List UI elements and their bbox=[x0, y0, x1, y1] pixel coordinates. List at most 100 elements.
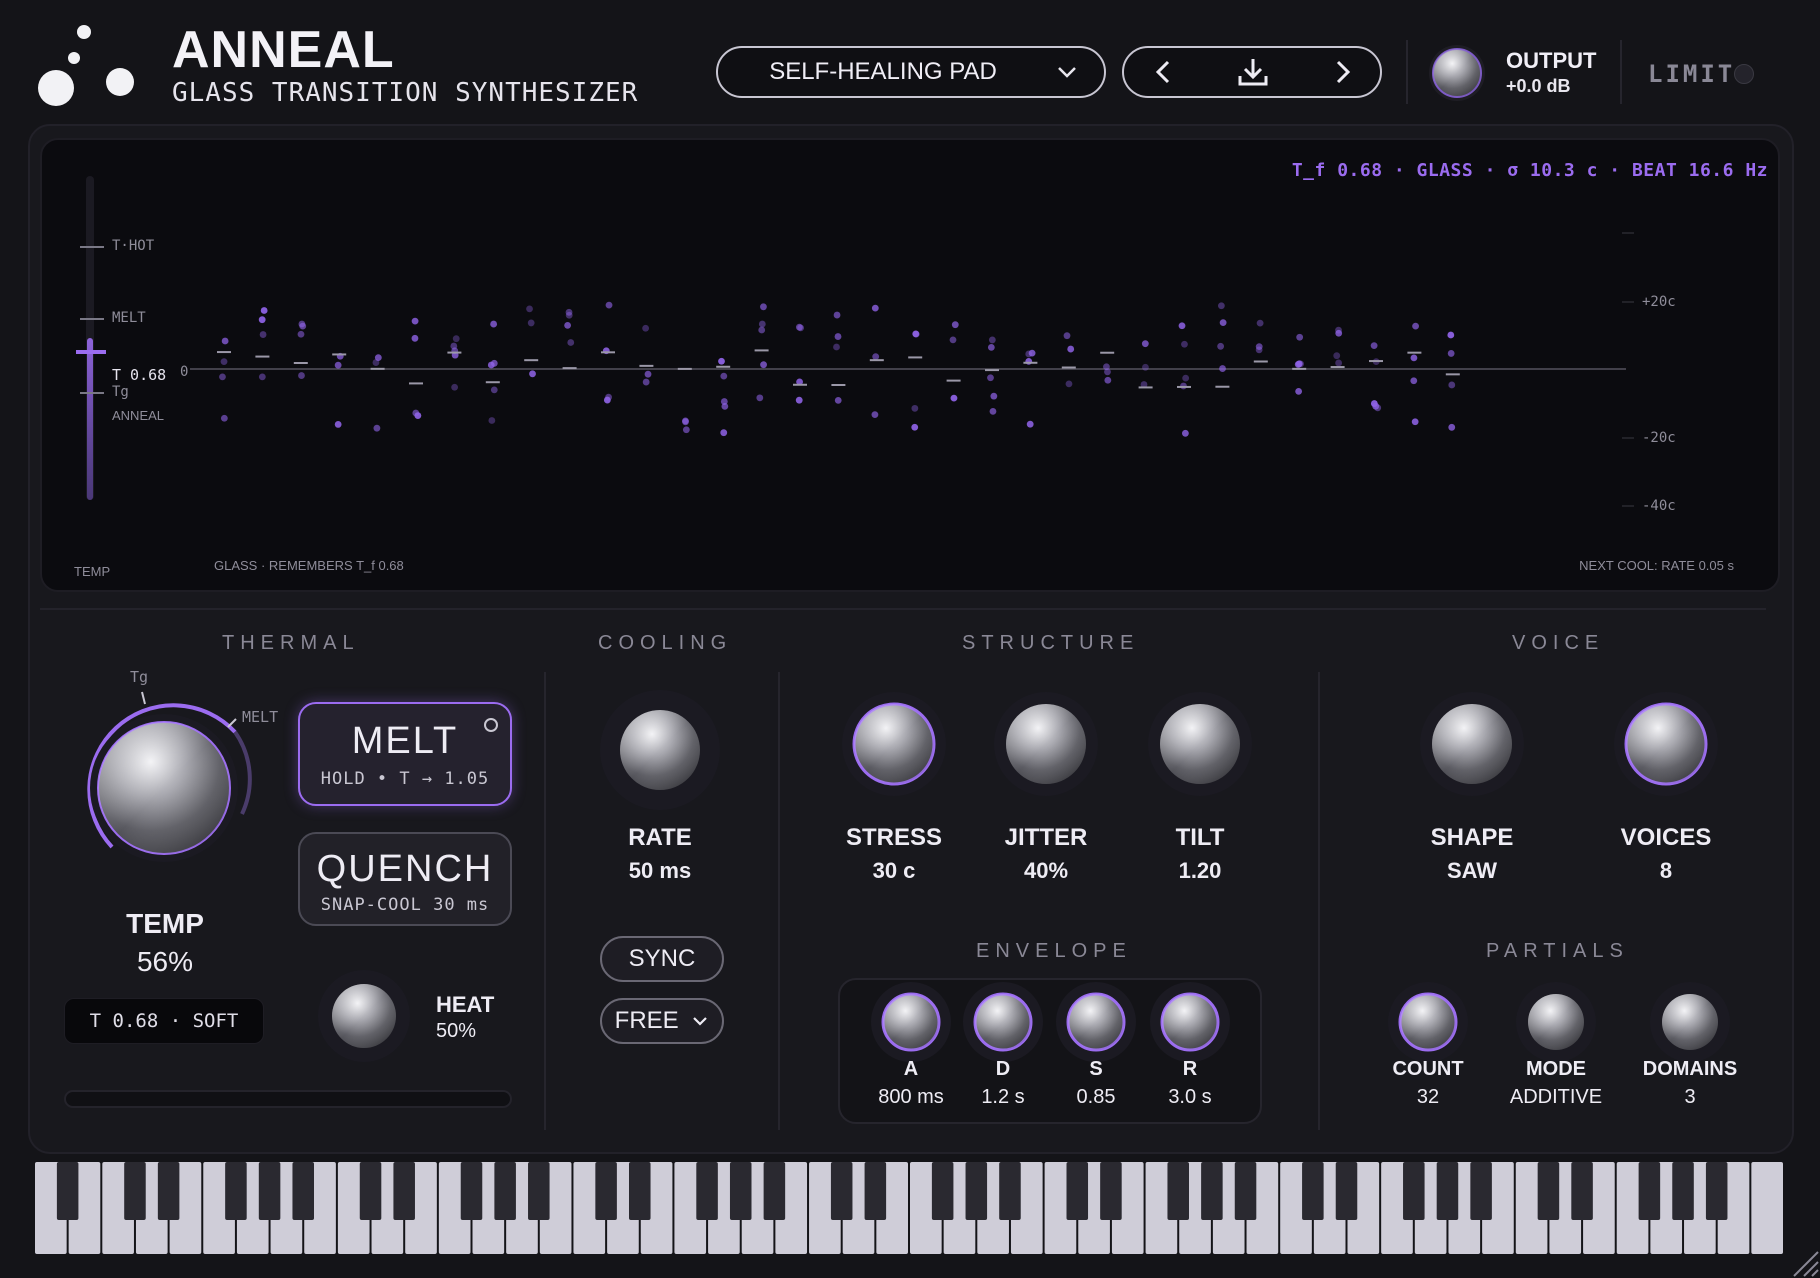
sync-button[interactable]: SYNC bbox=[600, 936, 724, 982]
black-key[interactable] bbox=[729, 1162, 752, 1220]
black-key[interactable] bbox=[1436, 1162, 1459, 1220]
black-key[interactable] bbox=[494, 1162, 516, 1220]
partial-dot bbox=[950, 394, 958, 402]
env-r-knob[interactable] bbox=[1148, 980, 1232, 1064]
black-key[interactable] bbox=[1302, 1162, 1324, 1220]
black-key[interactable] bbox=[1066, 1162, 1089, 1220]
black-key[interactable] bbox=[1403, 1162, 1425, 1220]
partial-dot bbox=[951, 321, 959, 329]
partial-dot bbox=[490, 386, 498, 394]
partial-dot bbox=[1448, 423, 1456, 431]
jitter-knob[interactable] bbox=[992, 690, 1100, 798]
black-key[interactable] bbox=[696, 1162, 718, 1220]
temp-marker-anneal: ANNEAL bbox=[112, 408, 165, 423]
black-key[interactable] bbox=[157, 1162, 180, 1220]
black-key[interactable] bbox=[1335, 1162, 1358, 1220]
partial-dot bbox=[374, 354, 382, 361]
black-key[interactable] bbox=[1571, 1162, 1593, 1220]
partial-dot bbox=[644, 370, 652, 378]
preset-nav bbox=[1122, 46, 1382, 98]
black-key[interactable] bbox=[292, 1162, 314, 1220]
black-key[interactable] bbox=[258, 1162, 281, 1220]
black-key[interactable] bbox=[999, 1162, 1021, 1220]
rate-knob[interactable] bbox=[598, 688, 722, 812]
melt-button[interactable]: MELT HOLD • T → 1.05 bbox=[298, 702, 512, 806]
black-key[interactable] bbox=[1672, 1162, 1694, 1220]
voices-knob[interactable] bbox=[1612, 690, 1720, 798]
partial-dot bbox=[529, 370, 536, 378]
env-s-knob[interactable] bbox=[1054, 980, 1138, 1064]
chevron-down-icon bbox=[1058, 67, 1076, 78]
black-key[interactable] bbox=[1167, 1162, 1189, 1220]
shape-knob[interactable] bbox=[1418, 690, 1526, 798]
partial-dot bbox=[758, 320, 766, 328]
black-key[interactable] bbox=[1201, 1162, 1223, 1220]
melt-sub: HOLD • T → 1.05 bbox=[320, 769, 490, 789]
temp-knob[interactable] bbox=[70, 664, 260, 874]
app-title: ANNEAL bbox=[172, 21, 395, 79]
black-key[interactable] bbox=[830, 1162, 853, 1220]
partial-dot bbox=[1063, 332, 1071, 340]
chevron-right-icon[interactable] bbox=[1330, 58, 1354, 86]
black-key[interactable] bbox=[595, 1162, 617, 1220]
black-key[interactable] bbox=[460, 1162, 483, 1220]
partial-dot bbox=[912, 330, 920, 338]
partial-dot bbox=[1447, 331, 1455, 339]
cooling-mode-select[interactable]: FREE bbox=[600, 998, 724, 1044]
partial-dot bbox=[682, 418, 689, 426]
black-key[interactable] bbox=[931, 1162, 954, 1220]
black-key[interactable] bbox=[1705, 1162, 1728, 1220]
partial-dot bbox=[221, 337, 229, 345]
black-key[interactable] bbox=[1234, 1162, 1257, 1220]
temp-marker-melt: MELT bbox=[112, 310, 146, 326]
black-key[interactable] bbox=[629, 1162, 651, 1220]
stress-knob[interactable] bbox=[840, 690, 948, 798]
black-key[interactable] bbox=[528, 1162, 550, 1220]
partials-domains-knob[interactable] bbox=[1648, 980, 1732, 1064]
display-readout: T_f 0.68 · GLASS · σ 10.3 c · BEAT 16.6 … bbox=[1291, 160, 1768, 181]
output-knob[interactable] bbox=[1428, 44, 1486, 102]
structure-title: STRUCTURE bbox=[962, 632, 1140, 654]
black-key[interactable] bbox=[1638, 1162, 1661, 1220]
partial-dot bbox=[1026, 420, 1034, 428]
black-key[interactable] bbox=[763, 1162, 786, 1220]
partials-count-label: COUNT bbox=[1392, 1058, 1464, 1080]
black-key[interactable] bbox=[1100, 1162, 1122, 1220]
divider bbox=[1406, 40, 1408, 104]
black-key[interactable] bbox=[124, 1162, 146, 1220]
black-key[interactable] bbox=[864, 1162, 887, 1220]
env-a-knob[interactable] bbox=[869, 980, 953, 1064]
black-key[interactable] bbox=[1537, 1162, 1560, 1220]
resize-grip-icon[interactable] bbox=[1784, 1244, 1820, 1278]
preset-selector[interactable]: SELF-HEALING PAD bbox=[716, 46, 1106, 98]
partial-dot bbox=[1447, 350, 1455, 357]
piano-keyboard[interactable] bbox=[34, 1162, 1784, 1254]
quench-button[interactable]: QUENCH SNAP-COOL 30 ms bbox=[298, 832, 512, 926]
heat-knob[interactable] bbox=[316, 968, 412, 1064]
chevron-left-icon[interactable] bbox=[1152, 58, 1176, 86]
partials-title: PARTIALS bbox=[1486, 940, 1629, 962]
partial-dot bbox=[527, 319, 535, 327]
limit-led[interactable] bbox=[1734, 64, 1754, 84]
partial-dot bbox=[490, 320, 498, 328]
partial-dot bbox=[414, 412, 422, 419]
stress-value: 30 c bbox=[872, 858, 916, 883]
download-icon[interactable] bbox=[1236, 56, 1270, 88]
limit-label: LIMIT bbox=[1648, 60, 1736, 88]
tilt-knob[interactable] bbox=[1146, 690, 1254, 798]
black-key[interactable] bbox=[1470, 1162, 1492, 1220]
black-key[interactable] bbox=[225, 1162, 247, 1220]
partial-dot bbox=[1067, 345, 1075, 353]
partials-mode-knob[interactable] bbox=[1514, 980, 1598, 1064]
black-key[interactable] bbox=[393, 1162, 415, 1220]
partials-count-knob[interactable] bbox=[1386, 980, 1470, 1064]
black-key[interactable] bbox=[965, 1162, 988, 1220]
black-key[interactable] bbox=[359, 1162, 382, 1220]
partial-dot bbox=[258, 316, 266, 324]
partial-dot bbox=[1410, 354, 1418, 362]
black-key[interactable] bbox=[56, 1162, 79, 1220]
partial-dot bbox=[565, 311, 573, 319]
env-d-knob[interactable] bbox=[961, 980, 1045, 1064]
partial-dot bbox=[526, 305, 533, 313]
white-key[interactable] bbox=[1751, 1162, 1783, 1254]
